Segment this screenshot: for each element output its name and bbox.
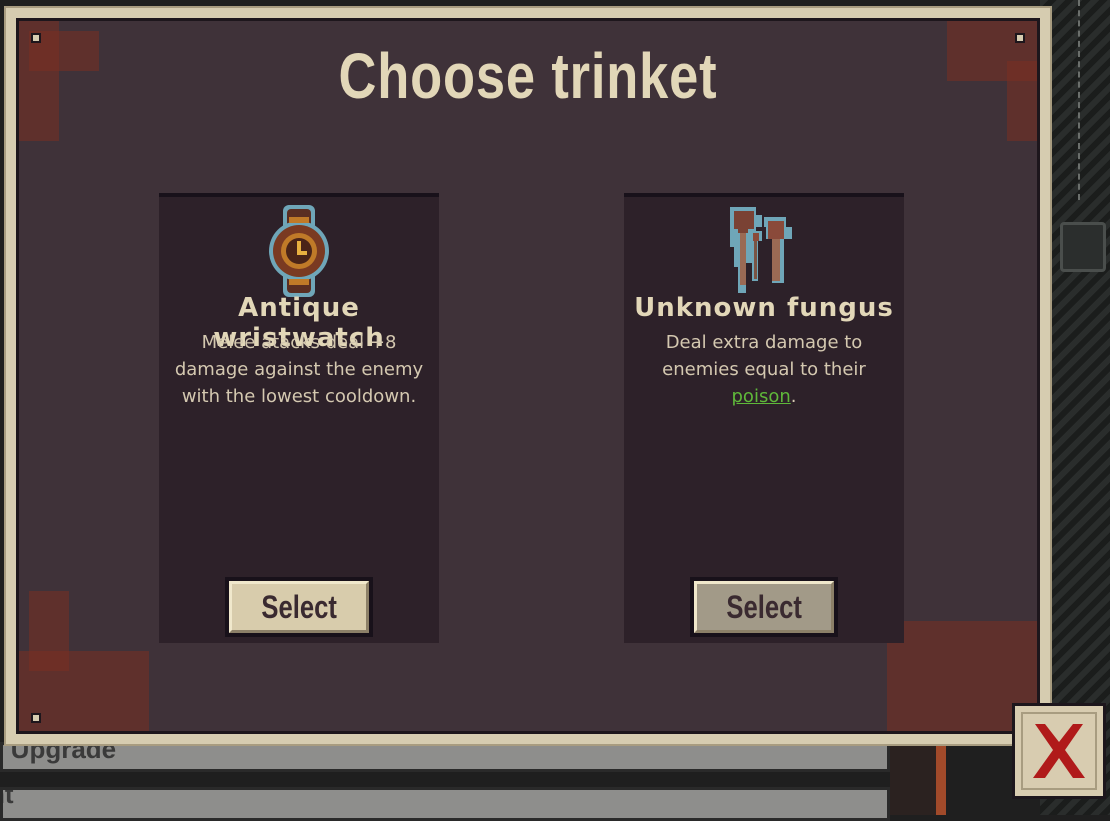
rust-stain — [29, 591, 69, 671]
select-wristwatch-button[interactable]: Select — [225, 577, 373, 637]
mushroom-icon — [730, 207, 792, 293]
description-line: Melee atacks deal +8 — [201, 332, 397, 353]
description-punctuation: . — [790, 386, 797, 407]
select-fungus-button[interactable]: Select — [690, 577, 838, 637]
trinket-card-fungus: Unknown fungus Deal extra damage to enem… — [624, 193, 904, 643]
wristwatch-icon — [269, 205, 329, 297]
trinket-description: Deal extra damage to enemies equal to th… — [634, 329, 894, 410]
trinket-card-wristwatch: Antique wristwatch Melee atacks deal +8 … — [159, 193, 439, 643]
dialog-title: Choose trinket — [338, 40, 718, 112]
rust-stain — [1007, 61, 1037, 141]
description-line: enemies equal to their — [662, 359, 866, 380]
close-x-icon — [1033, 724, 1085, 778]
trinket-description: Melee atacks deal +8 damage against the … — [169, 329, 429, 410]
chain-decoration — [1078, 0, 1086, 200]
background-upgrade-bar: y Upgrade — [0, 742, 890, 772]
description-line: with the lowest cooldown. — [181, 386, 417, 407]
background-panel — [890, 745, 940, 815]
choose-trinket-dialog: Choose trinket Antique wristwatch Melee … — [4, 6, 1052, 746]
poison-keyword-link[interactable]: poison — [732, 386, 791, 407]
description-line: damage against the enemy — [174, 359, 424, 380]
corner-rivet — [1015, 33, 1025, 43]
description-line: poison. — [634, 383, 894, 410]
background-list-bar: nt — [0, 787, 890, 821]
corner-rivet — [31, 33, 41, 43]
corner-rivet — [31, 713, 41, 723]
dialog-panel: Choose trinket Antique wristwatch Melee … — [16, 18, 1040, 734]
select-label: Select — [726, 588, 802, 625]
select-label: Select — [261, 588, 337, 625]
description-line: Deal extra damage to — [665, 332, 863, 353]
lock-icon — [1060, 222, 1106, 272]
close-button[interactable] — [1012, 703, 1106, 799]
trinket-name: Unknown fungus — [634, 293, 894, 323]
background-stripe — [936, 745, 946, 815]
